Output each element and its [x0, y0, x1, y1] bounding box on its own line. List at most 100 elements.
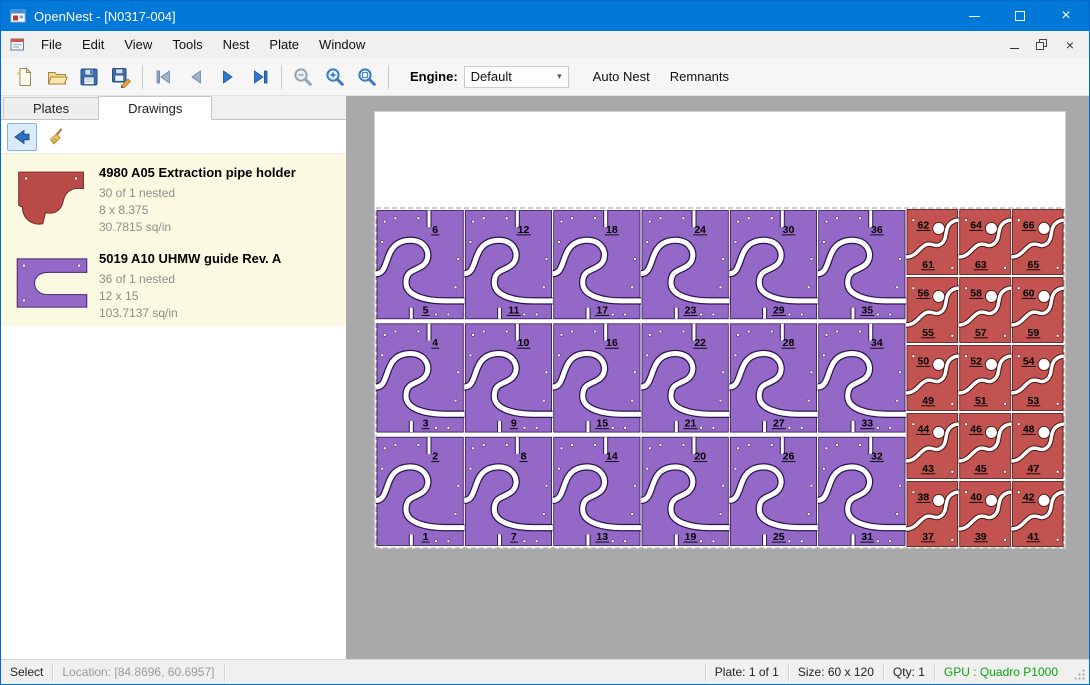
- plate-sheet[interactable]: 6512111817242330293635431091615222128273…: [374, 111, 1066, 549]
- zoom-in-button[interactable]: [319, 62, 351, 92]
- svg-text:60: 60: [1023, 287, 1035, 299]
- menu-view[interactable]: View: [114, 31, 162, 58]
- svg-text:37: 37: [922, 531, 934, 543]
- remnants-button[interactable]: Remnants: [660, 63, 739, 91]
- open-folder-icon: [46, 66, 68, 88]
- status-separator: [224, 664, 225, 681]
- status-mode: Select: [1, 665, 52, 679]
- svg-text:65: 65: [1028, 259, 1040, 271]
- next-plate-button[interactable]: [212, 62, 244, 92]
- status-plate: Plate: 1 of 1: [706, 665, 788, 679]
- part-title: 4980 A05 Extraction pipe holder: [99, 165, 296, 180]
- app-window: OpenNest - [N0317-004] × File Edit View …: [0, 0, 1090, 685]
- svg-text:8: 8: [521, 451, 527, 463]
- auto-nest-button[interactable]: Auto Nest: [583, 63, 660, 91]
- svg-text:45: 45: [975, 463, 987, 475]
- previous-arrow-icon: [185, 66, 207, 88]
- menu-nest[interactable]: Nest: [213, 31, 260, 58]
- svg-text:28: 28: [783, 337, 795, 349]
- part-size: 12 x 15: [99, 288, 281, 305]
- svg-text:64: 64: [970, 219, 982, 231]
- part-area: 30.7815 sq/in: [99, 219, 296, 236]
- title-bar[interactable]: OpenNest - [N0317-004] ×: [1, 1, 1089, 31]
- toolbar-separator: [388, 65, 389, 89]
- svg-text:43: 43: [922, 463, 934, 475]
- status-bar: Select Location: [84.8696, 60.6957] Plat…: [1, 659, 1089, 684]
- svg-text:3: 3: [423, 418, 429, 430]
- status-qty: Qty: 1: [884, 665, 934, 679]
- svg-text:53: 53: [1028, 395, 1040, 407]
- mdi-restore-button[interactable]: [1031, 35, 1053, 55]
- purple-part-shape: [17, 259, 87, 307]
- svg-text:12: 12: [518, 224, 530, 236]
- svg-text:38: 38: [918, 491, 930, 503]
- svg-text:20: 20: [694, 451, 706, 463]
- first-plate-button[interactable]: [148, 62, 180, 92]
- document-icon: [10, 37, 25, 52]
- sidebar-empty-area: [1, 326, 346, 659]
- svg-text:54: 54: [1023, 355, 1035, 367]
- svg-text:23: 23: [685, 304, 697, 316]
- tool-bar: Engine: Default ▾ Auto Nest Remnants: [1, 58, 1089, 96]
- svg-text:62: 62: [918, 219, 930, 231]
- menu-edit[interactable]: Edit: [72, 31, 114, 58]
- save-button[interactable]: [73, 62, 105, 92]
- part-title: 5019 A10 UHMW guide Rev. A: [99, 251, 281, 266]
- mdi-close-button[interactable]: ×: [1059, 35, 1081, 55]
- list-item[interactable]: 4980 A05 Extraction pipe holder 30 of 1 …: [1, 154, 346, 240]
- zoom-fit-button[interactable]: [351, 62, 383, 92]
- save-as-icon: [110, 66, 132, 88]
- previous-plate-button[interactable]: [180, 62, 212, 92]
- svg-text:17: 17: [596, 304, 608, 316]
- save-as-button[interactable]: [105, 62, 137, 92]
- svg-text:11: 11: [508, 304, 519, 316]
- part-thumbnail: [5, 245, 99, 321]
- zoom-out-button[interactable]: [287, 62, 319, 92]
- clear-button[interactable]: [43, 123, 73, 151]
- status-location: Location: [84.8696, 60.6957]: [53, 665, 223, 679]
- menu-file[interactable]: File: [31, 31, 72, 58]
- status-size: Size: 60 x 120: [789, 665, 883, 679]
- send-to-plates-button[interactable]: [7, 123, 37, 151]
- menu-window[interactable]: Window: [309, 31, 375, 58]
- close-button[interactable]: ×: [1043, 1, 1089, 31]
- svg-text:56: 56: [918, 287, 930, 299]
- menu-plate[interactable]: Plate: [259, 31, 309, 58]
- mdi-minimize-button[interactable]: [1003, 35, 1025, 55]
- svg-text:52: 52: [970, 355, 982, 367]
- engine-label: Engine:: [410, 69, 458, 84]
- list-item[interactable]: 5019 A10 UHMW guide Rev. A 36 of 1 neste…: [1, 240, 346, 326]
- open-button[interactable]: [41, 62, 73, 92]
- svg-text:57: 57: [975, 327, 987, 339]
- svg-text:29: 29: [773, 304, 785, 316]
- next-arrow-icon: [217, 66, 239, 88]
- new-button[interactable]: [9, 62, 41, 92]
- svg-text:18: 18: [606, 224, 618, 236]
- save-icon: [78, 66, 100, 88]
- sidebar-tabstrip: Plates Drawings: [1, 96, 346, 120]
- svg-text:49: 49: [922, 395, 934, 407]
- toolbar-separator: [142, 65, 143, 89]
- resize-grip[interactable]: [1073, 668, 1086, 681]
- engine-select[interactable]: Default ▾: [464, 66, 569, 88]
- zoom-in-icon: [324, 66, 346, 88]
- tab-drawings[interactable]: Drawings: [98, 96, 212, 120]
- menu-tools[interactable]: Tools: [162, 31, 212, 58]
- svg-text:32: 32: [871, 451, 883, 463]
- svg-text:34: 34: [871, 337, 883, 349]
- window-title: OpenNest - [N0317-004]: [34, 9, 176, 24]
- last-plate-button[interactable]: [244, 62, 276, 92]
- part-nested-count: 36 of 1 nested: [99, 271, 281, 288]
- main-area: Plates Drawings: [1, 96, 1089, 659]
- svg-text:51: 51: [975, 395, 987, 407]
- minimize-button[interactable]: [951, 1, 997, 31]
- svg-text:58: 58: [970, 287, 982, 299]
- svg-text:30: 30: [783, 224, 795, 236]
- blue-arrow-left-icon: [11, 126, 33, 148]
- svg-text:31: 31: [861, 531, 873, 543]
- maximize-button[interactable]: [997, 1, 1043, 31]
- nest-canvas[interactable]: 6512111817242330293635431091615222128273…: [347, 96, 1089, 659]
- svg-text:27: 27: [773, 418, 785, 430]
- svg-text:35: 35: [861, 304, 873, 316]
- tab-plates[interactable]: Plates: [3, 97, 99, 119]
